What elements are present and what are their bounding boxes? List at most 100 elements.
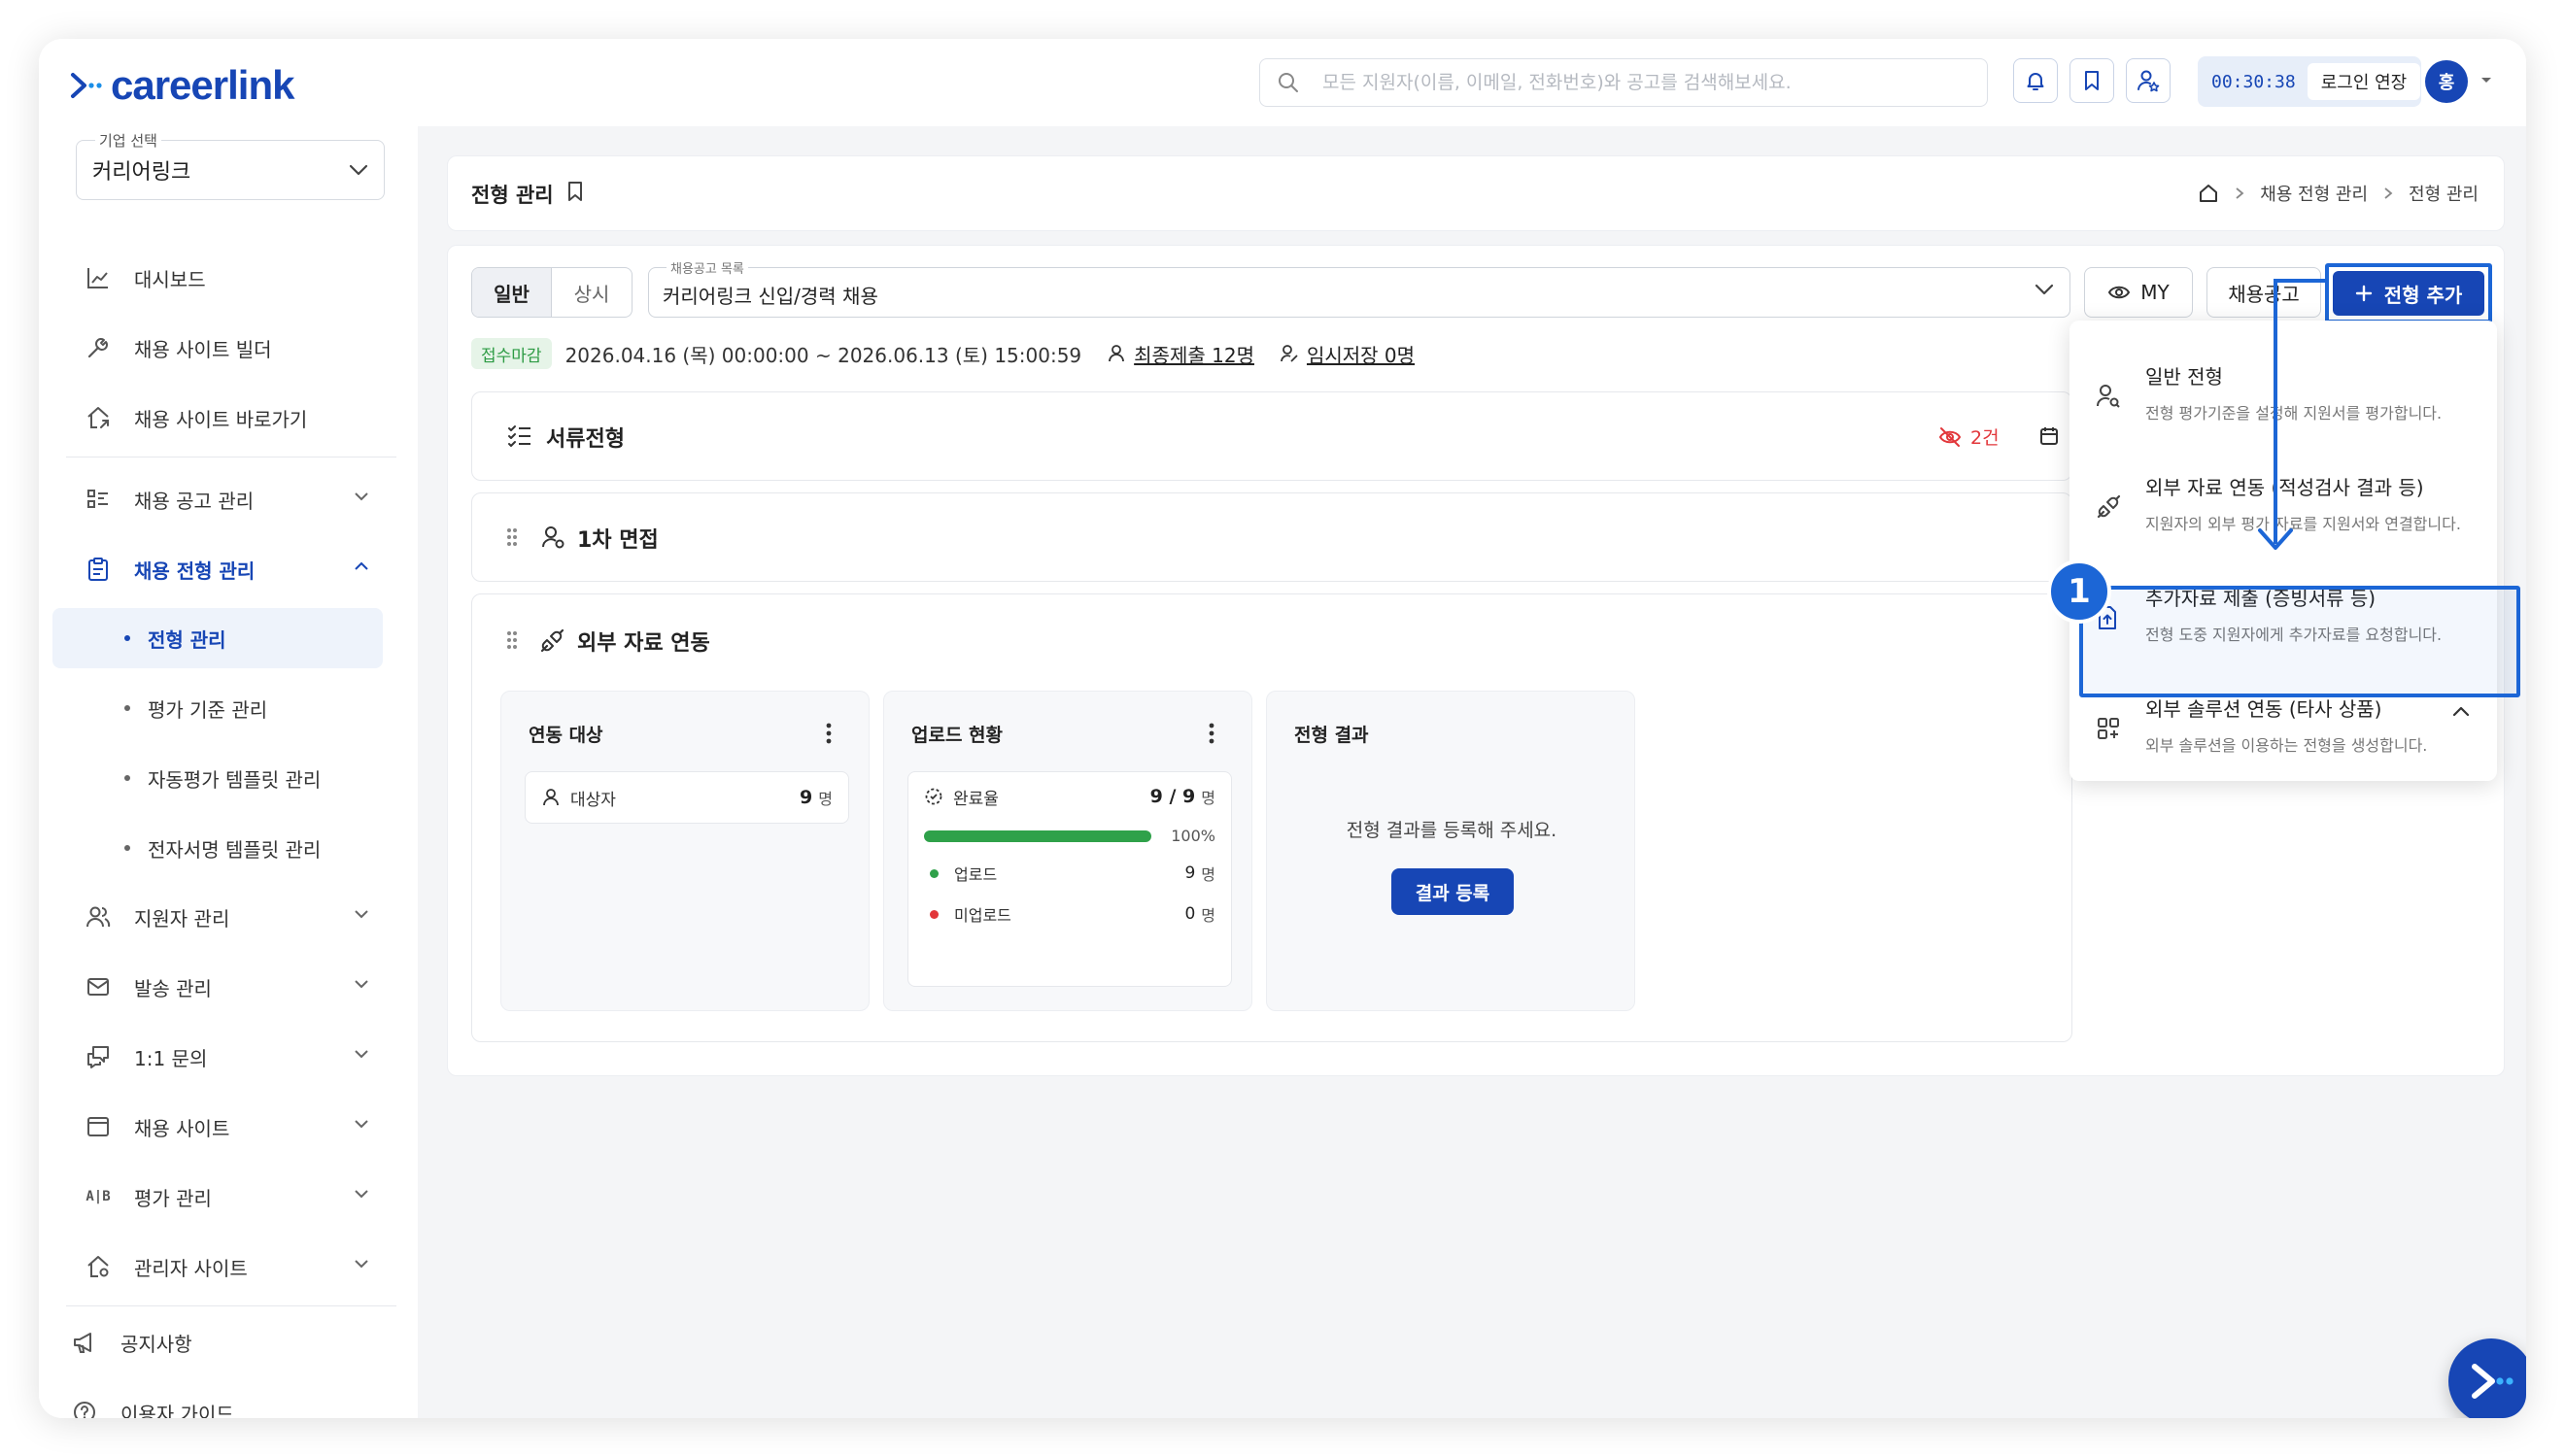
progress-circle-icon	[925, 788, 942, 805]
careerlink-chevron-icon	[2472, 1364, 2514, 1399]
search-icon	[1279, 73, 1298, 92]
notification-button[interactable]	[2013, 58, 2058, 103]
apps-add-icon	[2098, 718, 2119, 739]
sidebar-item-career-site[interactable]: 채용 사이트	[52, 1098, 383, 1156]
sidebar-item-dashboard[interactable]: 대시보드	[52, 249, 383, 307]
chevron-right-icon	[2236, 187, 2244, 199]
company-select-value: 커리어링크	[92, 160, 191, 185]
bookmark-button[interactable]	[2069, 58, 2114, 103]
sidebar-item-site-shortcut[interactable]: 채용 사이트 바로가기	[52, 389, 383, 447]
sidebar-item-inquiry[interactable]: 1:1 문의	[52, 1028, 383, 1086]
completion-progress: 100%	[924, 827, 1215, 845]
final-submit-text: 최종제출 12명	[1134, 343, 1254, 367]
register-result-button[interactable]: 결과 등록	[1391, 868, 1514, 915]
extend-login-button[interactable]: 로그인 연장	[2307, 63, 2421, 100]
menu-item-title: 외부 솔루션 연동 (타사 상품)	[2145, 697, 2382, 721]
logo[interactable]: careerlink	[70, 62, 294, 109]
ab-icon: A|B	[86, 1189, 111, 1204]
sidebar-item-label: 발송 관리	[134, 976, 212, 1000]
job-posting-button[interactable]: 채용공고	[2206, 267, 2321, 318]
chat-icon	[84, 1042, 113, 1071]
sidebar-subitem-stage[interactable]: 전형 관리	[52, 608, 383, 668]
interview-user-icon	[542, 526, 564, 549]
sidebar-subitem-label: 평가 기준 관리	[148, 697, 268, 722]
sidebar-item-label: 채용 사이트	[134, 1116, 230, 1140]
app-window: careerlink 00:30:38 로그인 연장 홍 기업 선택 커리어링크	[39, 39, 2526, 1418]
job-select-value: 커리어링크 신입/경력 채용	[663, 285, 878, 308]
sidebar-item-stage-management[interactable]: 채용 전형 관리	[52, 540, 383, 598]
mail-icon	[84, 972, 113, 1001]
session-timer: 00:30:38 로그인 연장	[2198, 56, 2421, 107]
sidebar-subitem-auto-template[interactable]: 자동평가 템플릿 관리	[52, 748, 383, 808]
calendar-icon[interactable]	[2038, 425, 2060, 447]
user-settings-button[interactable]	[2126, 58, 2171, 103]
search-input[interactable]	[1322, 72, 1944, 93]
target-count-row: 대상자 9 명	[526, 772, 848, 823]
chevron-down-icon[interactable]	[2480, 76, 2493, 85]
chevron-down-icon	[355, 1260, 368, 1269]
tab-always[interactable]: 상시	[552, 268, 632, 317]
unit: 명	[818, 790, 833, 808]
sidebar-item-admin-site[interactable]: 관리자 사이트	[52, 1237, 383, 1296]
breadcrumb-item[interactable]: 전형 관리	[2409, 181, 2479, 206]
final-submit-count[interactable]: 최종제출 12명	[1107, 340, 1254, 368]
home-link-icon	[84, 403, 113, 432]
drag-handle-icon[interactable]	[505, 629, 519, 651]
posting-info: 접수마감 2026.04.16 (목) 00:00:00 ~ 2026.06.1…	[471, 337, 1415, 370]
sidebar-item-site-builder[interactable]: 채용 사이트 빌더	[52, 319, 383, 377]
sidebar-item-messaging[interactable]: 발송 관리	[52, 958, 383, 1016]
chevron-down-icon	[355, 980, 368, 989]
job-posting-select[interactable]: 채용공고 목록 커리어링크 신입/경력 채용	[648, 258, 2070, 318]
chevron-down-icon	[349, 164, 368, 176]
sidebar-item-label: 이용자 가이드	[120, 1402, 234, 1419]
not-uploaded-label: 미업로드	[954, 906, 1011, 925]
temp-save-count[interactable]: 임시저장 0명	[1280, 340, 1415, 368]
drag-handle-icon[interactable]	[505, 526, 519, 548]
sidebar-item-evaluation[interactable]: A|B 평가 관리	[52, 1168, 383, 1226]
target-row: 대상자 9 명	[525, 771, 849, 824]
progress-percent: 100%	[1171, 827, 1215, 845]
unit: 명	[1201, 865, 1215, 884]
bell-icon	[2027, 73, 2044, 90]
stage-title: 서류전형	[546, 427, 625, 452]
sidebar-subitem-label: 전형 관리	[148, 627, 226, 652]
logo-text: careerlink	[111, 62, 294, 108]
sidebar-item-label: 채용 사이트 바로가기	[134, 407, 308, 431]
hidden-count[interactable]: 2건	[1937, 423, 2000, 450]
job-select-caption: 채용공고 목록	[667, 258, 748, 277]
menu-item-desc: 외부 솔루션을 이용하는 전형을 생성합니다.	[2145, 736, 2428, 755]
more-vertical-icon[interactable]	[826, 723, 832, 744]
users-icon	[84, 902, 113, 931]
breadcrumb-item[interactable]: 채용 전형 관리	[2260, 181, 2368, 206]
bullet	[124, 775, 130, 781]
menu-item-general-stage[interactable]: 일반 전형 전형 평가기준을 설정해 지원서를 평가합니다.	[2069, 338, 2497, 449]
link-plug-icon	[540, 628, 564, 653]
more-vertical-icon[interactable]	[1209, 723, 1214, 744]
help-icon	[70, 1398, 99, 1418]
tab-general[interactable]: 일반	[472, 268, 552, 317]
chevron-up-icon	[355, 561, 368, 570]
stage-interview[interactable]: 1차 면접	[471, 492, 2072, 582]
floating-chat-button[interactable]	[2448, 1338, 2526, 1418]
green-dot	[930, 868, 939, 878]
completion-row: 완료율 9 / 9 명	[908, 772, 1231, 821]
menu-item-external-data[interactable]: 외부 자료 연동 (적성검사 결과 등) 지원자의 외부 평가 자료를 지원서와…	[2069, 449, 2497, 559]
avatar[interactable]: 홍	[2425, 60, 2468, 103]
red-dot	[930, 909, 939, 919]
home-icon[interactable]	[2198, 183, 2219, 204]
sidebar-item-job-posts[interactable]: 채용 공고 관리	[52, 470, 383, 528]
stage-type-tabs: 일반 상시	[471, 267, 633, 318]
sidebar-subitem-esign-template[interactable]: 전자서명 템플릿 관리	[52, 818, 383, 878]
uploaded-value: 9	[1184, 863, 1196, 883]
sidebar-item-notice[interactable]: 공지사항	[39, 1313, 369, 1371]
my-filter-button[interactable]: MY	[2084, 267, 2193, 318]
top-bar: careerlink 00:30:38 로그인 연장 홍	[39, 39, 2526, 126]
bookmark-icon[interactable]	[564, 180, 586, 203]
global-search[interactable]	[1259, 58, 1988, 107]
sidebar-subitem-criteria[interactable]: 평가 기준 관리	[52, 678, 383, 738]
sidebar-item-applicants[interactable]: 지원자 관리	[52, 888, 383, 946]
sidebar-item-guide[interactable]: 이용자 가이드	[39, 1383, 369, 1418]
sidebar-subitem-label: 전자서명 템플릿 관리	[148, 837, 322, 862]
chevron-up-icon[interactable]	[2452, 705, 2470, 717]
stage-doc-screening[interactable]: 서류전형 2건	[471, 391, 2072, 481]
